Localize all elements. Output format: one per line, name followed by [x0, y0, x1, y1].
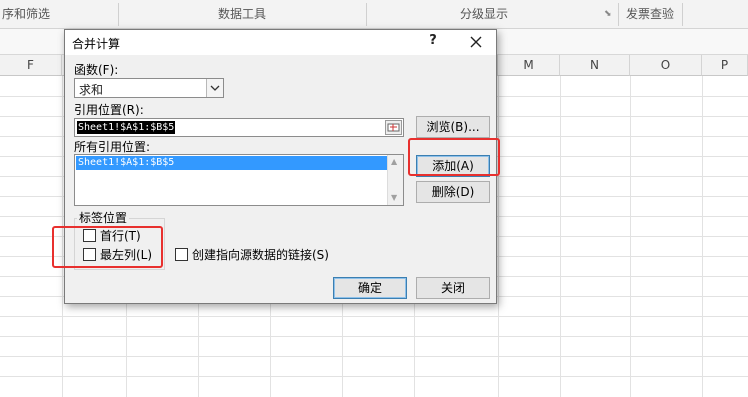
reference-value: Sheet1!$A$1:$B$5: [77, 121, 176, 134]
grid-row-line: [0, 336, 748, 337]
function-select[interactable]: 求和: [74, 78, 224, 98]
help-button[interactable]: ?: [423, 33, 443, 51]
grid-row-line: [0, 376, 748, 377]
scroll-up-icon[interactable]: ▲: [391, 157, 397, 166]
use-labels-title: 标签位置: [77, 209, 130, 226]
ribbon-group-data-tools: 数据工具: [217, 7, 266, 21]
ribbon-group-sort-filter: 序和筛选: [1, 7, 50, 21]
ribbon-separator: [682, 3, 683, 26]
function-label: 函数(F):: [74, 63, 119, 77]
browse-button[interactable]: 浏览(B)...: [416, 116, 490, 138]
grid-row-line: [0, 356, 748, 357]
all-references-list[interactable]: Sheet1!$A$1:$B$5 ▲ ▼: [74, 154, 404, 206]
close-button[interactable]: 关闭: [416, 277, 490, 299]
reference-input[interactable]: Sheet1!$A$1:$B$5: [74, 118, 404, 137]
list-scrollbar[interactable]: ▲ ▼: [387, 155, 403, 205]
reference-label: 引用位置(R):: [74, 103, 144, 117]
column-header-p[interactable]: P: [702, 55, 748, 76]
delete-button[interactable]: 删除(D): [416, 181, 490, 203]
link-source-label[interactable]: 创建指向源数据的链接(S): [192, 246, 329, 263]
dialog-title: 合并计算: [72, 37, 121, 51]
column-header-o[interactable]: O: [630, 55, 702, 76]
column-header-n[interactable]: N: [560, 55, 630, 76]
column-header-f[interactable]: F: [0, 55, 62, 76]
ribbon: 序和筛选 数据工具 分级显示 ⬊ 发票查验: [0, 0, 748, 29]
grid-col-line: [702, 76, 703, 397]
range-select-icon[interactable]: [385, 120, 402, 135]
grid-row-line: [0, 316, 748, 317]
column-header-m[interactable]: M: [498, 55, 560, 76]
grid-col-line: [630, 76, 631, 397]
list-item[interactable]: Sheet1!$A$1:$B$5: [76, 156, 387, 170]
dialog-titlebar[interactable]: 合并计算 ?: [65, 30, 496, 55]
function-value: 求和: [79, 83, 104, 97]
scroll-down-icon[interactable]: ▼: [391, 193, 397, 202]
grid-col-line: [498, 76, 499, 397]
grid-col-line: [560, 76, 561, 397]
ribbon-separator: [618, 3, 619, 26]
link-source-checkbox[interactable]: [175, 248, 188, 261]
ribbon-group-outline: 分级显示: [459, 7, 508, 21]
close-icon[interactable]: [465, 32, 487, 52]
dialog-launcher-icon[interactable]: ⬊: [604, 9, 612, 19]
ok-button[interactable]: 确定: [333, 277, 407, 299]
ribbon-group-invoice-check: 发票查验: [625, 7, 674, 21]
chevron-down-icon[interactable]: [206, 79, 223, 97]
add-button-highlight: [408, 138, 500, 176]
label-options-highlight: [52, 226, 163, 268]
all-references-label: 所有引用位置:: [74, 140, 151, 154]
